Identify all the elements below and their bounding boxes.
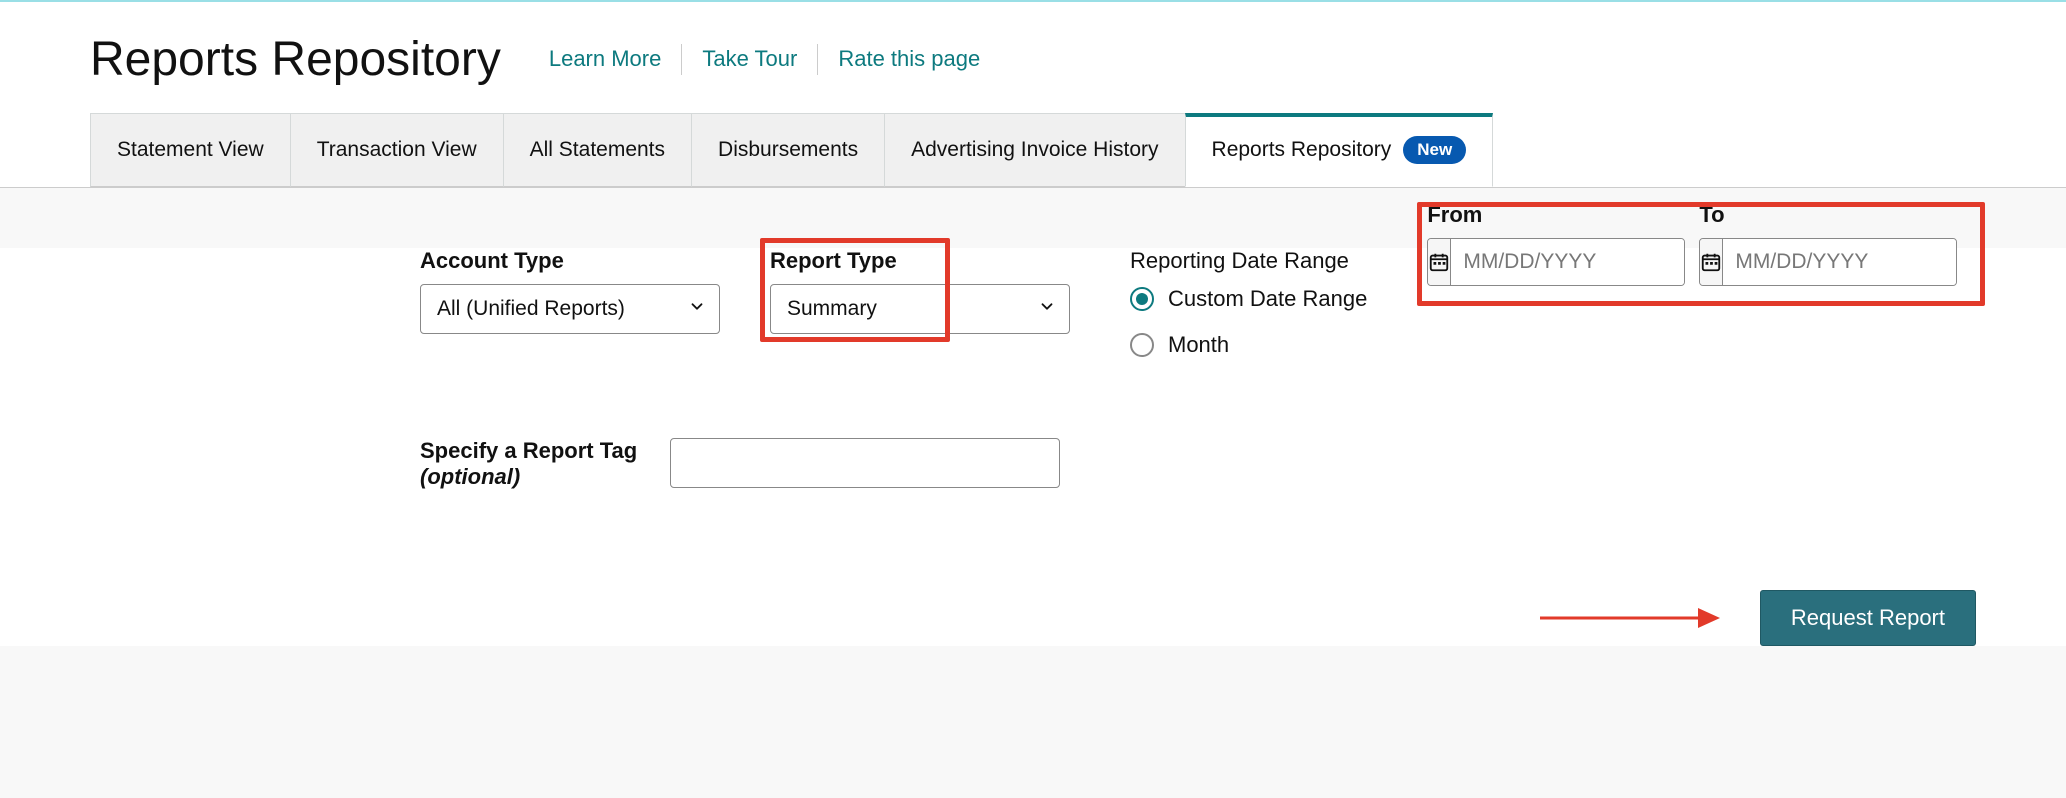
tab-reports-repository[interactable]: Reports Repository New [1185, 113, 1494, 187]
date-to-field [1699, 238, 1957, 286]
account-type-select-wrap: All (Unified Reports) [420, 284, 720, 334]
new-badge: New [1403, 136, 1466, 164]
reporting-range-label: Reporting Date Range [1130, 248, 1367, 274]
date-from-col: From [1427, 202, 1685, 286]
radio-label: Month [1168, 332, 1229, 358]
report-form: Account Type All (Unified Reports) Repor… [0, 248, 2066, 646]
radio-indicator-icon [1130, 333, 1154, 357]
page-header: Reports Repository Learn More Take Tour … [0, 2, 2066, 113]
account-type-label: Account Type [420, 248, 720, 274]
annotation-arrow [1540, 616, 1720, 620]
reporting-range-field: Reporting Date Range Custom Date Range M… [1130, 248, 1367, 358]
report-tag-label-group: Specify a Report Tag (optional) [420, 438, 640, 490]
learn-more-link[interactable]: Learn More [529, 44, 683, 75]
header-links: Learn More Take Tour Rate this page [529, 44, 1000, 75]
tab-statement-view[interactable]: Statement View [90, 113, 291, 187]
tab-all-statements[interactable]: All Statements [503, 113, 692, 187]
report-type-select[interactable]: Summary [770, 284, 1070, 334]
date-range-field: From To [1427, 248, 1957, 286]
page-title: Reports Repository [90, 32, 501, 87]
date-to-col: To [1699, 202, 1957, 286]
tab-label: Transaction View [317, 138, 477, 162]
tab-advertising-invoice-history[interactable]: Advertising Invoice History [884, 113, 1185, 187]
account-type-field: Account Type All (Unified Reports) [420, 248, 720, 334]
tab-bar: Statement View Transaction View All Stat… [90, 113, 2066, 188]
tab-transaction-view[interactable]: Transaction View [290, 113, 504, 187]
report-tag-label: Specify a Report Tag [420, 438, 640, 464]
report-tag-input[interactable] [670, 438, 1060, 488]
date-from-field [1427, 238, 1685, 286]
tab-label: Statement View [117, 138, 264, 162]
report-type-label: Report Type [770, 248, 1070, 274]
tab-label: Advertising Invoice History [911, 138, 1158, 162]
account-type-select[interactable]: All (Unified Reports) [420, 284, 720, 334]
tab-disbursements[interactable]: Disbursements [691, 113, 885, 187]
content-area: Account Type All (Unified Reports) Repor… [0, 187, 2066, 716]
request-report-button[interactable]: Request Report [1760, 590, 1976, 646]
date-to-label: To [1699, 202, 1957, 228]
calendar-icon[interactable] [1700, 239, 1723, 285]
actions-row: Request Report [0, 490, 2066, 646]
page-root: Reports Repository Learn More Take Tour … [0, 0, 2066, 716]
tab-label: Disbursements [718, 138, 858, 162]
report-type-select-wrap: Summary [770, 284, 1070, 334]
date-to-input[interactable] [1723, 239, 1957, 285]
rate-page-link[interactable]: Rate this page [818, 44, 1000, 75]
reporting-range-radios: Custom Date Range Month [1130, 286, 1367, 358]
tab-label: Reports Repository [1212, 138, 1392, 162]
calendar-icon[interactable] [1428, 239, 1451, 285]
date-from-label: From [1427, 202, 1685, 228]
radio-month[interactable]: Month [1130, 332, 1367, 358]
form-row-tag: Specify a Report Tag (optional) [0, 438, 2066, 490]
radio-indicator-icon [1130, 287, 1154, 311]
radio-custom-date-range[interactable]: Custom Date Range [1130, 286, 1367, 312]
take-tour-link[interactable]: Take Tour [682, 44, 818, 75]
radio-label: Custom Date Range [1168, 286, 1367, 312]
form-row-main: Account Type All (Unified Reports) Repor… [0, 248, 2066, 358]
tab-label: All Statements [530, 138, 665, 162]
report-type-field: Report Type Summary [770, 248, 1070, 334]
report-tag-optional: (optional) [420, 464, 640, 490]
date-from-input[interactable] [1451, 239, 1685, 285]
